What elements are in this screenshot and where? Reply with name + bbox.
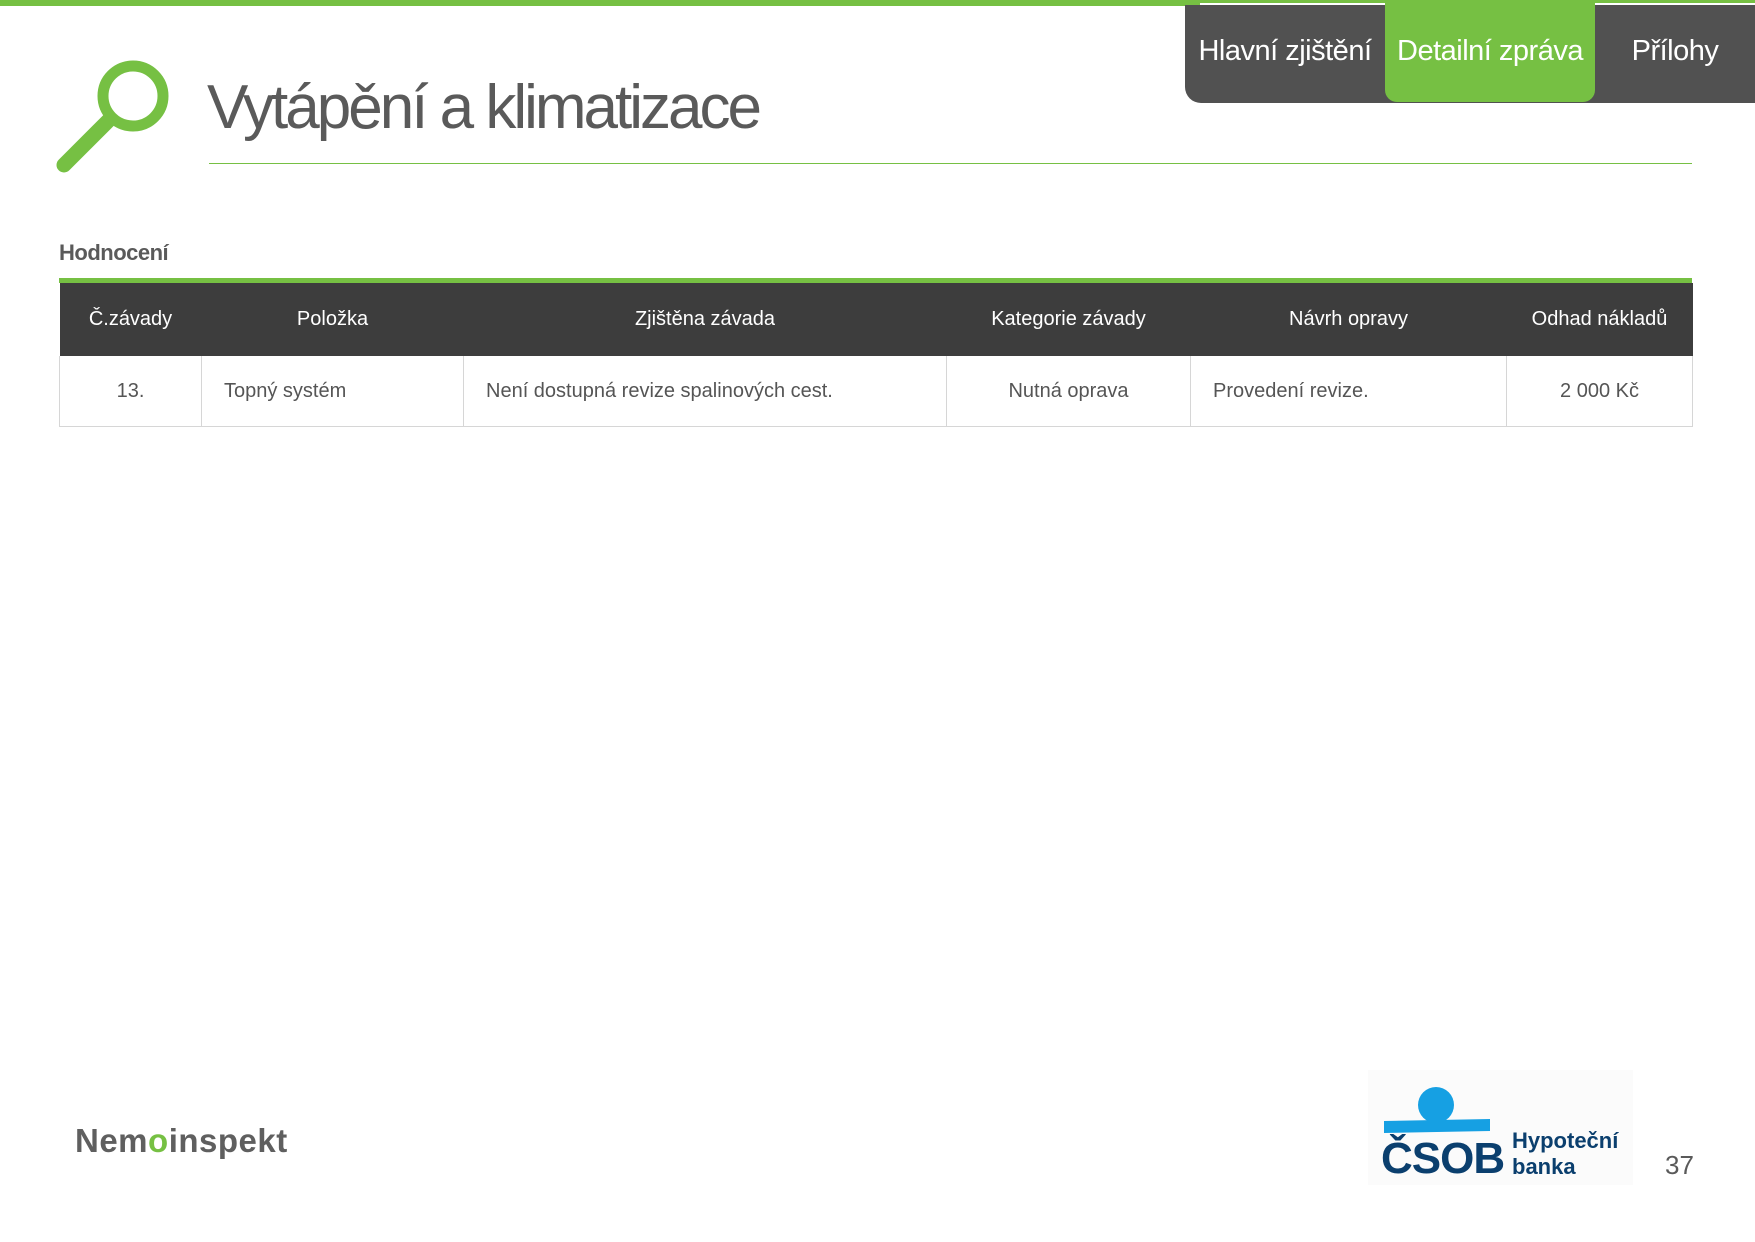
tab-hlavni-zjisteni[interactable]: Hlavní zjištění (1185, 5, 1385, 97)
tab-prilohy[interactable]: Přílohy (1595, 5, 1755, 97)
top-accent-line (0, 0, 1200, 6)
csob-logo: ČSOB Hypoteční banka (1368, 1070, 1633, 1185)
csob-subtitle-line2: banka (1512, 1154, 1576, 1179)
column-header-item: Položka (201, 283, 464, 356)
title-divider (209, 163, 1692, 164)
cell-repair: Provedení revize. (1190, 356, 1507, 427)
page-number: 37 (1665, 1150, 1694, 1180)
column-header-repair: Návrh opravy (1190, 283, 1507, 356)
nemoinspekt-logo: Nemoinspekt (75, 1122, 288, 1160)
column-header-number: Č.závady (59, 283, 202, 356)
csob-subtitle: Hypoteční banka (1512, 1128, 1618, 1180)
column-header-cost: Odhad nákladů (1506, 283, 1693, 356)
csob-subtitle-line1: Hypoteční (1512, 1128, 1619, 1153)
cell-defect: Není dostupná revize spalinových cest. (463, 356, 947, 427)
tab-detailni-zprava[interactable]: Detailní zpráva (1385, 0, 1595, 102)
cell-cost: 2 000 Kč (1506, 356, 1693, 427)
table-header-row: Č.závady Položka Zjištěna závada Kategor… (59, 283, 1693, 356)
logo-text-o: o (148, 1122, 169, 1159)
csob-emblem-icon (1384, 1087, 1490, 1133)
table-row: 13. Topný systém Není dostupná revize sp… (59, 356, 1693, 427)
nav-tabs: Hlavní zjištění Detailní zpráva Přílohy (1185, 0, 1755, 103)
page: Hlavní zjištění Detailní zpráva Přílohy … (0, 0, 1755, 1242)
column-header-category: Kategorie závady (946, 283, 1191, 356)
column-header-defect: Zjištěna závada (463, 283, 947, 356)
cell-number: 13. (59, 356, 202, 427)
logo-text-suffix: inspekt (168, 1122, 288, 1159)
search-icon (56, 60, 169, 173)
cell-category: Nutná oprava (946, 356, 1191, 427)
csob-wordmark: ČSOB (1381, 1134, 1505, 1183)
findings-table: Č.závady Položka Zjištěna závada Kategor… (59, 283, 1693, 427)
section-label: Hodnocení (59, 240, 169, 265)
cell-item: Topný systém (201, 356, 464, 427)
logo-text-prefix: Nem (75, 1122, 149, 1159)
page-title: Vytápění a klimatizace (207, 73, 762, 142)
